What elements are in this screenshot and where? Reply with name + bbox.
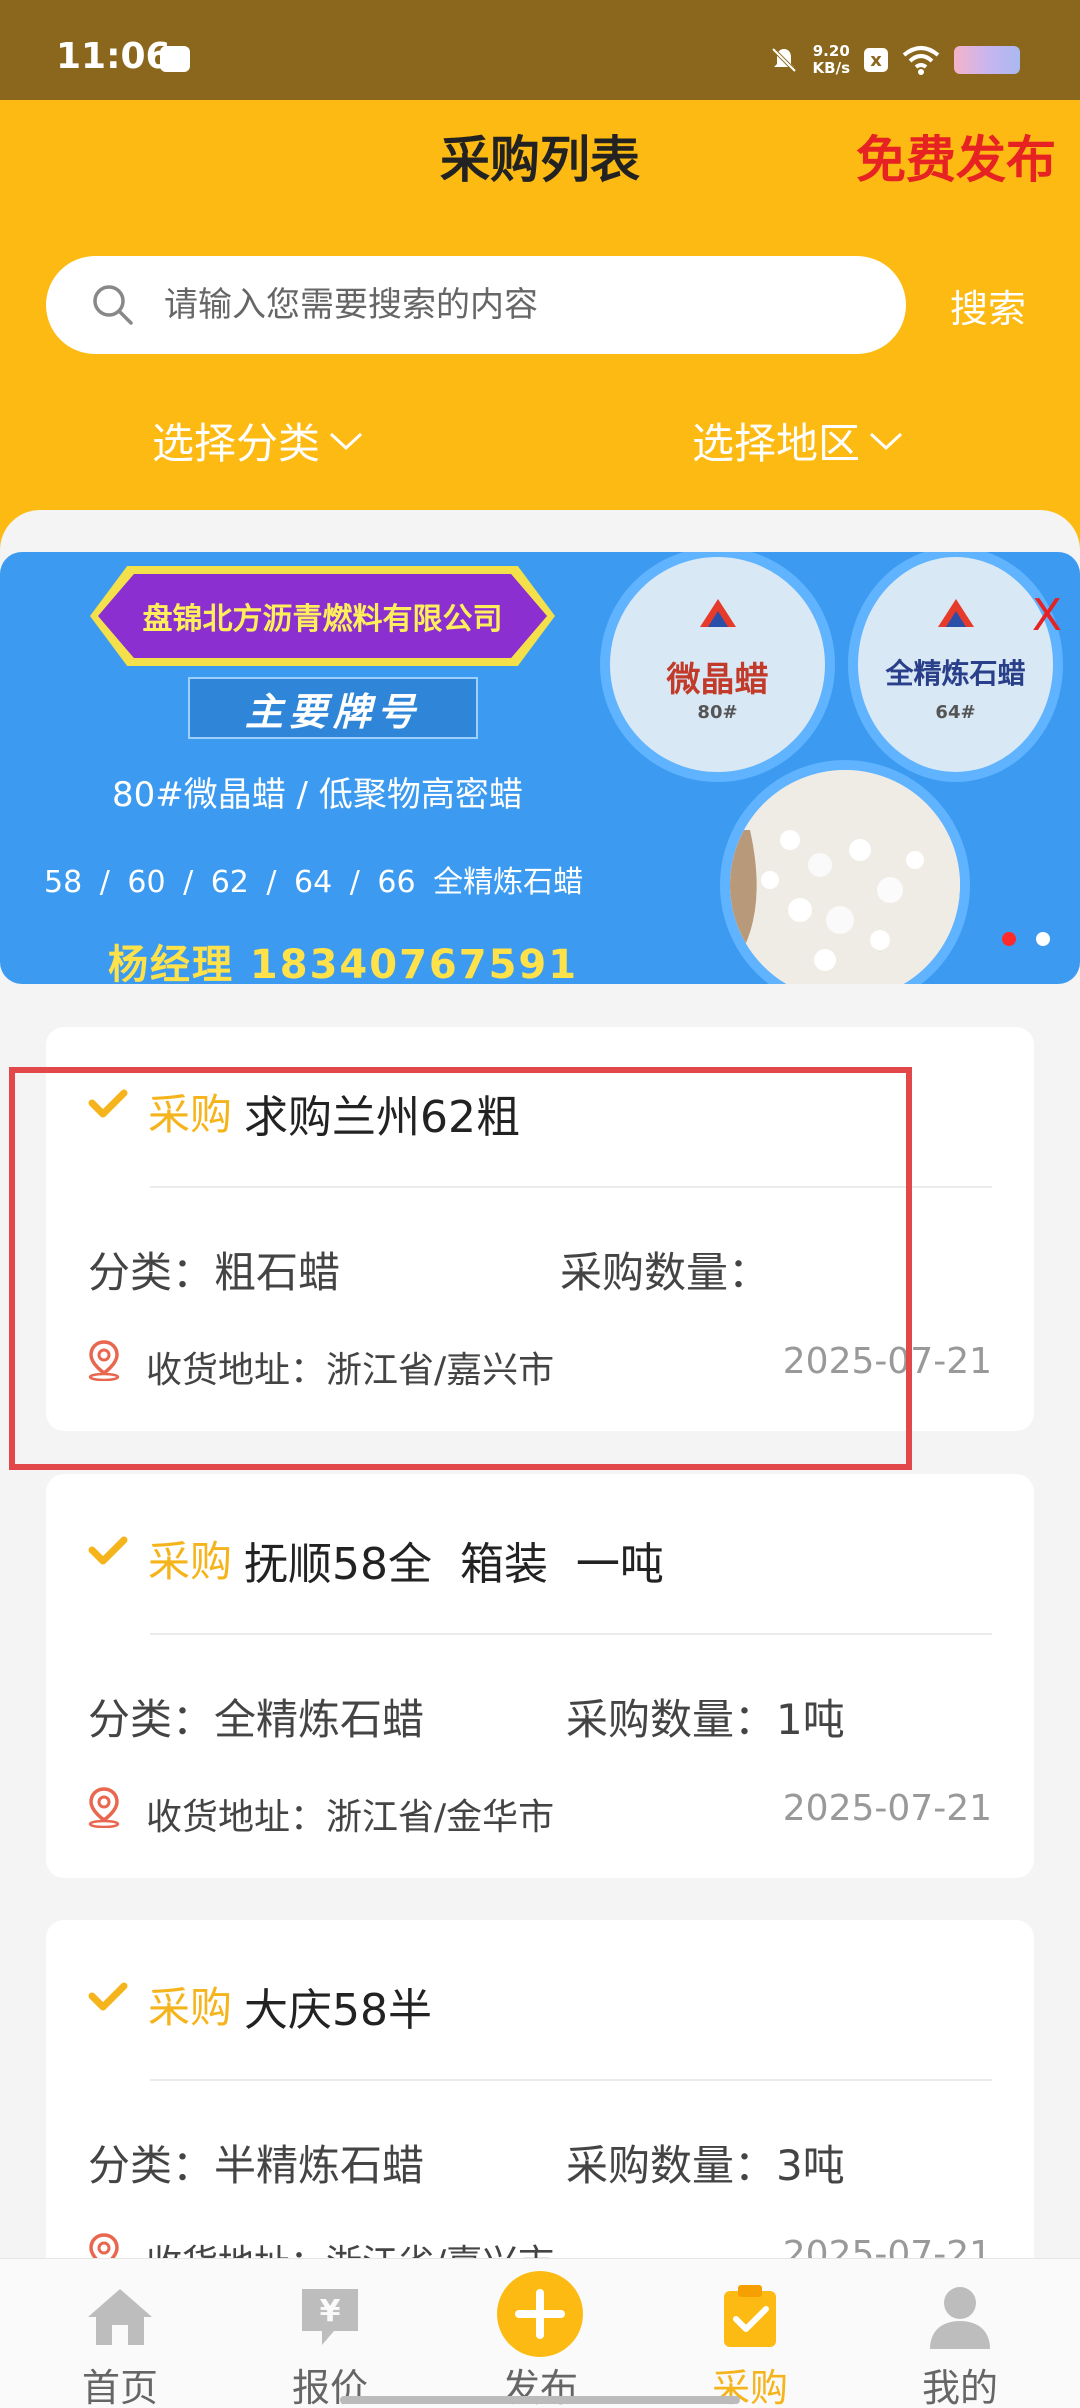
purchase-quantity: 采购数量：3吨 — [566, 2141, 845, 2190]
nav-quote[interactable]: ¥ 报价 — [240, 2259, 420, 2408]
nav-home-label: 首页 — [81, 2366, 158, 2408]
ad-banner[interactable]: 盘锦北方沥青燃料有限公司 主要牌号 80#微晶蜡 / 低聚物高密蜡 58 / 6… — [0, 552, 1080, 984]
search-icon — [93, 285, 133, 325]
purchase-title: 大庆58半 — [244, 1985, 432, 2036]
nav-purchase[interactable]: 采购 — [660, 2259, 840, 2408]
mute-bell-icon — [771, 47, 796, 73]
purchase-tag: 采购 — [148, 1983, 233, 2032]
card-divider — [150, 2079, 992, 2081]
user-profile-icon — [930, 2287, 990, 2349]
chevron-down-icon — [329, 432, 363, 450]
wax-pellets-image — [720, 760, 970, 984]
publish-button-circle — [497, 2271, 583, 2357]
region-filter[interactable]: 选择地区 — [692, 410, 904, 471]
nav-home[interactable]: 首页 — [30, 2259, 210, 2408]
battery-icon — [954, 46, 1020, 74]
purchase-category: 分类：半精炼石蜡 — [88, 2141, 425, 2190]
location-pin-icon — [88, 1787, 120, 1828]
wax-pellets-texture — [730, 770, 960, 984]
wifi-icon — [902, 46, 940, 75]
banner-close-button[interactable]: X — [1032, 590, 1062, 641]
net-speed: 9.20 KB/s — [813, 43, 850, 77]
home-icon — [88, 2289, 152, 2345]
refined-paraffin-pack-image: 全精炼石蜡 64# — [848, 552, 1063, 782]
nav-publish[interactable]: 发布 — [450, 2259, 630, 2408]
plus-icon — [515, 2289, 565, 2339]
purchase-category: 分类：全精炼石蜡 — [88, 1695, 425, 1744]
product-logo-icon — [699, 599, 736, 627]
banner-line-1: 80#微晶蜡 / 低聚物高密蜡 — [112, 775, 523, 815]
product-logo-icon — [937, 599, 974, 627]
banner-company-name: 盘锦北方沥青燃料有限公司 — [98, 574, 547, 658]
chevron-down-icon — [869, 432, 903, 450]
purchase-title: 抚顺58全 箱装 一吨 — [244, 1539, 664, 1590]
status-bar: 11:06 9.20 KB/s x — [0, 0, 1080, 100]
banner-line-2: 58 / 60 / 62 / 64 / 66 全精炼石蜡 — [44, 865, 584, 900]
search-input[interactable] — [164, 278, 864, 332]
price-tag-icon: ¥ — [302, 2289, 358, 2345]
purchase-date: 2025-07-21 — [782, 1788, 992, 1829]
nav-mine[interactable]: 我的 — [870, 2259, 1050, 2408]
delivery-address: 收货地址：浙江省/金华市 — [146, 1797, 555, 1838]
net-speed-unit: KB/s — [812, 59, 850, 77]
pack-2-name: 全精炼石蜡 — [885, 657, 1026, 690]
purchase-quantity: 采购数量：1吨 — [566, 1695, 845, 1744]
purchase-tag: 采购 — [148, 1537, 233, 1586]
pack-2-grade: 64# — [935, 702, 976, 723]
search-box[interactable] — [46, 256, 906, 354]
message-notification-icon — [160, 46, 190, 72]
net-speed-value: 9.20 — [812, 42, 850, 60]
bottom-nav: 首页 ¥ 报价 发布 采购 我的 — [0, 2258, 1080, 2408]
svg-text:¥: ¥ — [320, 2294, 341, 2329]
card-divider — [150, 1633, 992, 1635]
check-icon — [88, 1982, 128, 2011]
carousel-dot-active[interactable] — [1002, 932, 1016, 946]
microcrystalline-wax-pack-image: 微晶蜡 80# — [600, 552, 835, 782]
status-time: 11:06 — [56, 36, 171, 77]
nav-mine-label: 我的 — [921, 2366, 998, 2408]
banner-company-badge: 盘锦北方沥青燃料有限公司 — [90, 566, 555, 666]
banner-brands-title: 主要牌号 — [188, 677, 478, 739]
check-icon — [88, 1536, 128, 1565]
home-indicator[interactable] — [340, 2396, 740, 2404]
pack-1-name: 微晶蜡 — [666, 660, 769, 700]
region-filter-label: 选择地区 — [692, 419, 861, 468]
clipboard-check-icon — [724, 2285, 776, 2347]
search-button[interactable]: 搜索 — [950, 278, 1026, 333]
purchase-card[interactable]: 采购 抚顺58全 箱装 一吨 分类：全精炼石蜡 采购数量：1吨 收货地址：浙江省… — [46, 1474, 1034, 1878]
pack-1-grade: 80# — [697, 702, 738, 723]
highlight-annotation-box — [9, 1067, 912, 1470]
x-app-icon: x — [864, 48, 888, 72]
banner-contact: 杨经理 18340767591 — [108, 942, 579, 984]
category-filter[interactable]: 选择分类 — [152, 410, 364, 471]
category-filter-label: 选择分类 — [152, 419, 321, 468]
carousel-dot[interactable] — [1036, 932, 1050, 946]
free-publish-button[interactable]: 免费发布 — [856, 120, 1056, 192]
status-indicators: 9.20 KB/s x — [769, 40, 1020, 80]
